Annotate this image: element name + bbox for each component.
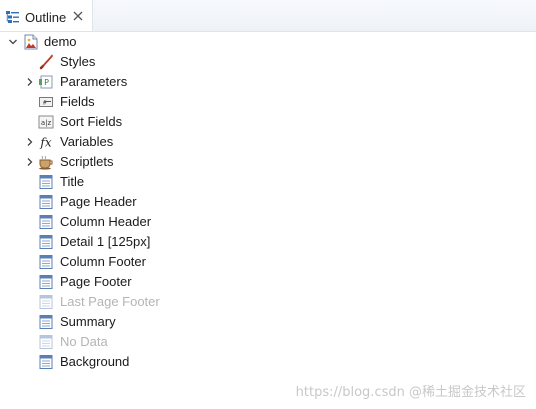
tree-node-label: Scriptlets [60,154,114,169]
tree-node-label: Page Footer [60,274,132,289]
svg-text:a|z: a|z [41,119,52,127]
tree-node-last-page-footer[interactable]: Last Page Footer [0,292,536,312]
tree-node-fields[interactable]: # Fields [0,92,536,112]
brush-icon [39,54,53,70]
tree-node-summary[interactable]: Summary [0,312,536,332]
tree-node-variables[interactable]: fx Variables [0,132,536,152]
tree-node-no-data[interactable]: No Data [0,332,536,352]
band-icon [39,295,53,309]
chevron-right-icon[interactable] [25,137,35,147]
tree-node-demo[interactable]: demo [0,32,536,52]
tree-node-label: Column Footer [60,254,146,269]
tree-node-label: demo [44,34,77,49]
chevron-right-icon[interactable] [25,77,35,87]
report-icon [24,34,38,50]
band-icon [39,195,53,209]
tree-node-styles[interactable]: Styles [0,52,536,72]
sort-fields-icon: a|z [38,115,54,129]
tree-node-page-header[interactable]: Page Header [0,192,536,212]
tree-node-label: Styles [60,54,96,69]
tree-node-parameters[interactable]: P Parameters [0,72,536,92]
tree-node-label: Parameters [60,74,128,89]
tree-node-label: Background [60,354,130,369]
tree-node-label: Detail 1 [125px] [60,234,151,249]
tree-node-column-header[interactable]: Column Header [0,212,536,232]
watermark: https://blog.csdn @稀土掘金技术社区 [295,385,526,400]
tree-node-label: Variables [60,134,114,149]
svg-text:P: P [44,78,49,87]
band-icon [39,235,53,249]
band-icon [39,255,53,269]
fields-icon: # [39,97,53,107]
tree-node-scriptlets[interactable]: Scriptlets [0,152,536,172]
tree-node-column-footer[interactable]: Column Footer [0,252,536,272]
band-icon [39,175,53,189]
svg-text:fx: fx [39,136,51,150]
outline-view-icon [6,11,19,23]
band-icon [39,275,53,289]
chevron-down-icon[interactable] [8,37,18,47]
tree-node-label: Summary [60,314,116,329]
svg-text:#: # [43,100,47,107]
tree-node-sort-fields[interactable]: a|z Sort Fields [0,112,536,132]
fx-icon: fx [39,136,51,150]
tree-node-label: Column Header [60,214,152,229]
tree-node-label: Title [60,174,85,189]
band-icon [39,215,53,229]
tree-node-detail-1-125px[interactable]: Detail 1 [125px] [0,232,536,252]
close-icon[interactable] [73,11,83,21]
band-icon [39,315,53,329]
tree-node-label: Fields [60,94,95,109]
view-tab-bar: Outline [0,0,536,32]
chevron-right-icon[interactable] [25,157,35,167]
band-icon [39,335,53,349]
tree-node-page-footer[interactable]: Page Footer [0,272,536,292]
tree-node-label: Last Page Footer [60,294,160,309]
tab-outline-label: Outline [25,10,67,25]
outline-tree: demo Styles P Parameters # Fields a|z Sort Fie… [0,32,536,392]
tab-outline[interactable]: Outline [0,0,93,31]
tree-node-title[interactable]: Title [0,172,536,192]
tree-node-label: Sort Fields [60,114,123,129]
band-icon [39,355,53,369]
parameters-icon: P [39,75,53,89]
tree-node-background[interactable]: Background [0,352,536,372]
coffee-cup-icon [39,155,53,170]
tree-node-label: No Data [60,334,108,349]
tree-node-label: Page Header [60,194,137,209]
